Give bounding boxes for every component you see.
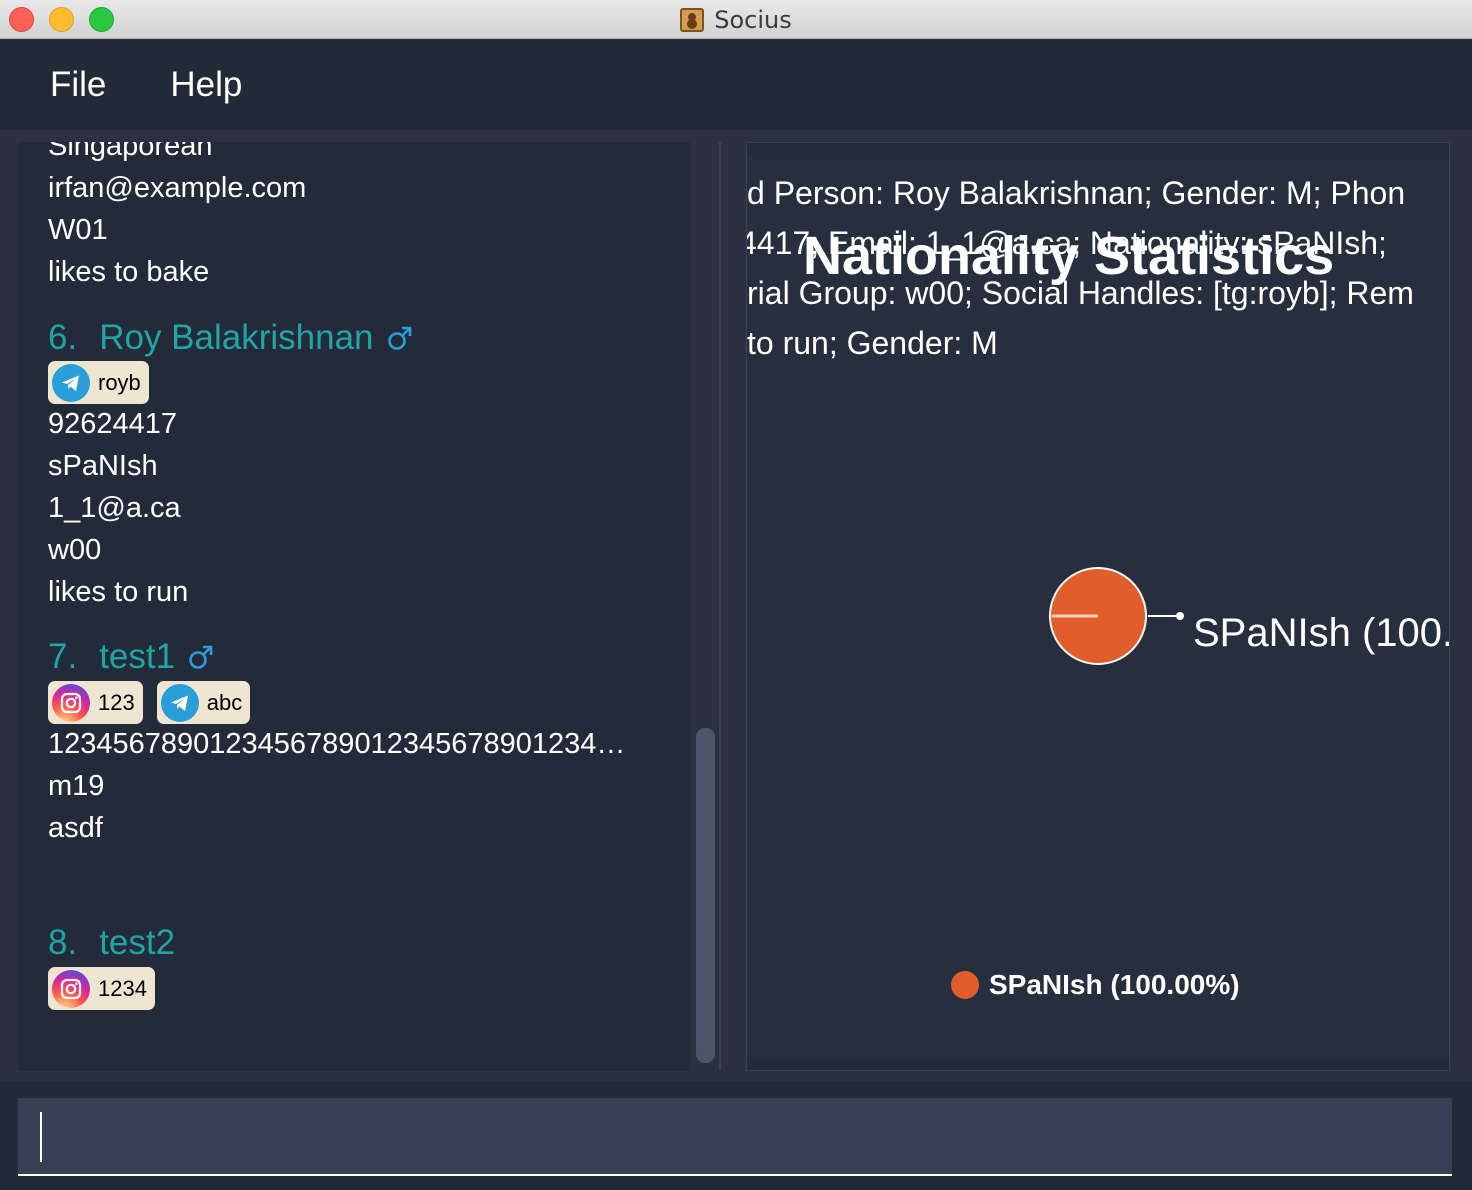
- social-handle-tag[interactable]: royb: [48, 361, 149, 404]
- person-remark: likes to bake: [48, 256, 210, 288]
- telegram-icon: [52, 363, 90, 402]
- social-handle-text: abc: [206, 689, 243, 715]
- social-handles: royb: [48, 361, 149, 404]
- person-nationality: Singaporean: [48, 142, 213, 162]
- pie-chart: [1049, 567, 1184, 665]
- person-index: 6.: [48, 318, 78, 357]
- person-tutorial-group: m19: [48, 770, 105, 802]
- panel-divider[interactable]: [719, 142, 721, 1070]
- menu-file[interactable]: File: [50, 65, 106, 105]
- pie-label-dot: [1176, 612, 1184, 620]
- person-index: 7.: [48, 637, 78, 676]
- person-card-name-8[interactable]: 8. test2: [48, 923, 175, 963]
- instagram-icon: [52, 969, 90, 1008]
- title-bar: Socius: [0, 0, 1472, 39]
- person-list-scrollbar[interactable]: [696, 728, 715, 1063]
- person-nationality: sPaNIsh: [48, 450, 158, 482]
- person-email: irfan@example.com: [48, 172, 307, 204]
- menu-help[interactable]: Help: [170, 65, 242, 105]
- person-name: test2: [99, 923, 176, 962]
- menu-bar: File Help: [0, 40, 1472, 130]
- legend-label: SPaNIsh (100.00%): [989, 969, 1240, 1000]
- telegram-icon: [160, 683, 199, 722]
- result-panel: d Person: Roy Balakrishnan; Gender: M; P…: [746, 142, 1450, 1071]
- person-name: Roy Balakrishnan: [99, 318, 374, 357]
- person-index: 8.: [48, 923, 78, 962]
- window-title-text: Socius: [714, 5, 792, 34]
- window-title: Socius: [0, 0, 1472, 39]
- person-email: 1_1@a.ca: [48, 492, 181, 524]
- person-name: test1: [99, 637, 176, 676]
- person-card-name-7[interactable]: 7. test1: [48, 637, 215, 677]
- social-handles: 1234: [48, 967, 155, 1010]
- legend-marker: [951, 971, 979, 999]
- social-handle-tag[interactable]: 1234: [48, 967, 155, 1010]
- person-phone: 92624417: [48, 408, 178, 440]
- command-area: [0, 1082, 1472, 1190]
- command-input[interactable]: [18, 1098, 1452, 1176]
- social-handle-tag[interactable]: 123: [48, 681, 143, 724]
- person-remark: likes to run: [48, 576, 189, 608]
- social-handles: 123 abc: [48, 681, 251, 724]
- social-handle-text: 1234: [98, 975, 147, 1001]
- text-caret: [40, 1112, 42, 1162]
- pie-slice-label: SPaNIsh (100.: [1193, 611, 1450, 655]
- male-icon: [189, 645, 213, 669]
- person-remark: asdf: [48, 812, 103, 844]
- person-list-panel[interactable]: Singaporean irfan@example.com W01 likes …: [18, 142, 690, 1071]
- person-tutorial-group: w00: [48, 534, 102, 566]
- social-handle-tag[interactable]: abc: [156, 681, 251, 724]
- person-card-name-6[interactable]: 6. Roy Balakrishnan: [48, 318, 414, 358]
- person-phone: 1234567890123456789012345678901234…: [48, 728, 626, 760]
- contacts-app-icon: [680, 7, 705, 32]
- result-area: d Person: Roy Balakrishnan; Gender: M; P…: [747, 157, 1450, 1057]
- social-handle-text: 123: [98, 689, 135, 715]
- person-tutorial-group: W01: [48, 214, 108, 246]
- chart-legend: SPaNIsh (100.00%): [951, 969, 1240, 1001]
- male-icon: [387, 326, 411, 350]
- social-handle-text: royb: [98, 369, 141, 395]
- instagram-icon: [52, 683, 90, 722]
